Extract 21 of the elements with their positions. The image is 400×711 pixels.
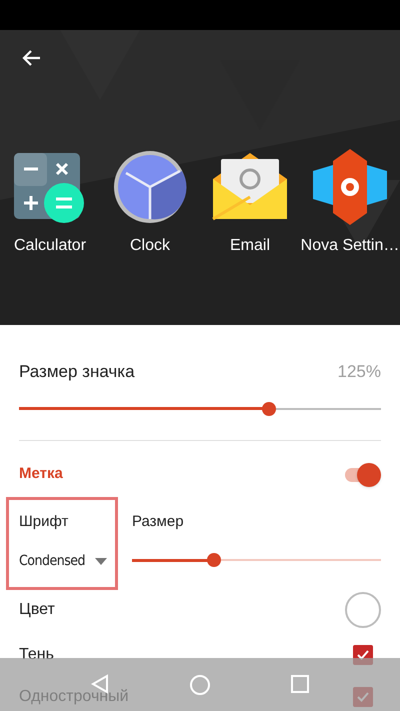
toggle-switch[interactable] <box>343 462 381 486</box>
setting-title: Размер <box>132 512 185 532</box>
caret-icon <box>95 558 108 565</box>
clock-icon <box>112 149 188 225</box>
app-label[interactable]: Clock <box>130 234 170 258</box>
setting-title: Однострочный <box>19 686 129 706</box>
calculator-icon <box>14 151 86 223</box>
envelope-icon <box>211 151 289 223</box>
slider[interactable] <box>19 402 381 416</box>
setting-title: Размер значка <box>19 361 135 383</box>
app-label[interactable]: Email <box>230 234 270 258</box>
setting-title: Шрифт <box>19 512 70 532</box>
setting-title: Тень <box>19 644 54 664</box>
setting-value: 125% <box>338 361 381 383</box>
app-label[interactable]: Nova Settin… <box>300 234 400 258</box>
font-dropdown[interactable]: Condensed <box>19 551 108 572</box>
section-header: Метка <box>19 464 63 484</box>
color-swatch[interactable] <box>345 592 381 628</box>
slider[interactable] <box>132 553 381 567</box>
setting-title: Цвет <box>19 600 55 620</box>
app-label[interactable]: Calculator <box>14 234 86 258</box>
